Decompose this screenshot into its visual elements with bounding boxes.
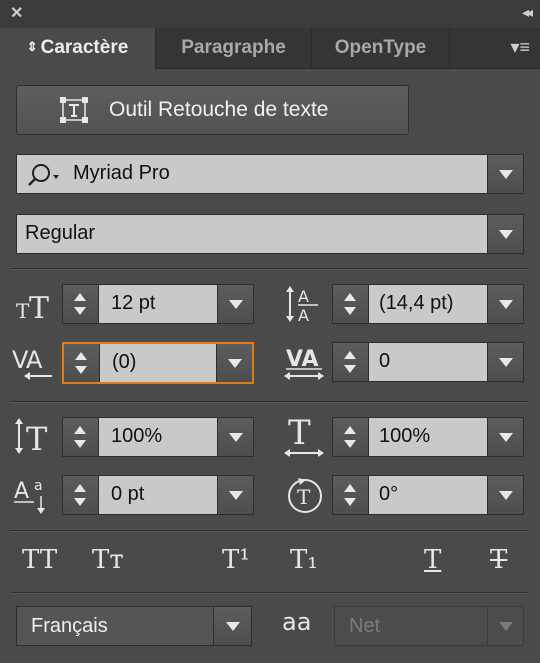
baseline-shift-icon: A a xyxy=(14,478,45,514)
antialias-value: Net xyxy=(349,615,381,637)
svg-text:T: T xyxy=(29,291,49,322)
font-family-dropdown-button[interactable] xyxy=(487,155,523,193)
tab-label: Paragraphe xyxy=(181,37,286,58)
svg-text:T: T xyxy=(16,299,30,322)
tab-caractere[interactable]: ⇕ Caractère xyxy=(0,28,156,69)
svg-text:A: A xyxy=(14,479,29,504)
strikethrough-button[interactable]: T xyxy=(490,545,507,575)
horizontal-scale-field[interactable]: 100% xyxy=(332,417,524,457)
panel-menu-icon[interactable]: ▾≡ xyxy=(510,37,530,58)
leading-field[interactable]: (14,4 pt) xyxy=(332,284,524,324)
text-touch-tool-button[interactable]: Outil Retouche de texte xyxy=(16,85,409,135)
leading-value: (14,4 pt) xyxy=(379,292,454,314)
kerning-stepper[interactable] xyxy=(64,344,100,382)
tracking-value: 0 xyxy=(379,350,391,372)
svg-text:A: A xyxy=(26,346,43,374)
search-icon xyxy=(28,164,59,186)
horizontal-scale-stepper[interactable] xyxy=(333,418,369,456)
vertical-scale-dropdown-button[interactable] xyxy=(217,418,253,456)
font-size-value: 12 pt xyxy=(111,292,156,314)
horizontal-scale-value: 100% xyxy=(379,425,431,447)
tracking-field[interactable]: 0 xyxy=(332,342,524,382)
svg-text:T: T xyxy=(26,420,48,456)
character-rotation-stepper[interactable] xyxy=(333,476,369,514)
leading-stepper[interactable] xyxy=(333,285,369,323)
tab-opentype[interactable]: OpenType xyxy=(312,28,450,68)
updown-icon: ⇕ xyxy=(26,39,38,54)
svg-text:A: A xyxy=(298,287,309,306)
language-select[interactable]: Français xyxy=(16,606,252,646)
close-icon[interactable]: ✕ xyxy=(10,3,23,23)
character-rotation-field[interactable]: 0° xyxy=(332,475,524,515)
language-value: Français xyxy=(31,615,108,637)
text-touch-tool-label: Outil Retouche de texte xyxy=(109,98,329,121)
underline-button[interactable]: T xyxy=(424,545,441,575)
vertical-scale-field[interactable]: 100% xyxy=(62,417,254,457)
svg-text:T: T xyxy=(297,485,311,509)
antialias-icon: aa xyxy=(282,608,312,636)
horizontal-scale-dropdown-button[interactable] xyxy=(487,418,523,456)
separator xyxy=(10,268,528,270)
collapse-icon[interactable]: ◂◂ xyxy=(522,4,533,21)
font-size-icon: T T xyxy=(16,291,49,322)
subscript-button[interactable]: T₁ xyxy=(290,545,318,575)
svg-text:a: a xyxy=(34,478,43,494)
character-rotation-dropdown-button[interactable] xyxy=(487,476,523,514)
separator xyxy=(10,592,528,594)
text-touch-icon xyxy=(60,97,88,123)
antialias-select: Net xyxy=(334,606,524,646)
baseline-shift-field[interactable]: 0 pt xyxy=(62,475,254,515)
font-style-dropdown-button[interactable] xyxy=(487,215,523,253)
character-rotation-icon: T xyxy=(288,478,322,513)
svg-text:T: T xyxy=(288,414,311,453)
svg-text:A: A xyxy=(298,306,309,324)
baseline-shift-value: 0 pt xyxy=(111,483,145,505)
kerning-value: (0) xyxy=(112,351,137,373)
tab-bar: ⇕ Caractère Paragraphe OpenType ▾≡ xyxy=(0,28,540,69)
language-dropdown-button[interactable] xyxy=(213,607,251,645)
character-rotation-value: 0° xyxy=(379,483,399,505)
panel-titlebar: ✕ ◂◂ xyxy=(0,0,540,29)
all-caps-button[interactable]: TT xyxy=(22,545,57,575)
font-family-value: Myriad Pro xyxy=(73,162,170,184)
tab-label: Caractère xyxy=(40,37,129,58)
tab-paragraphe[interactable]: Paragraphe xyxy=(156,28,312,68)
vertical-scale-icon: T xyxy=(15,418,48,456)
vertical-scale-stepper[interactable] xyxy=(63,418,99,456)
tracking-dropdown-button[interactable] xyxy=(487,343,523,381)
small-caps-button[interactable]: Tт xyxy=(92,545,124,575)
font-style-field[interactable]: Regular xyxy=(16,214,524,254)
font-size-dropdown-button[interactable] xyxy=(217,285,253,323)
leading-dropdown-button[interactable] xyxy=(487,285,523,323)
font-size-stepper[interactable] xyxy=(63,285,99,323)
separator xyxy=(10,401,528,403)
tracking-icon: VA xyxy=(284,347,324,380)
baseline-shift-stepper[interactable] xyxy=(63,476,99,514)
kerning-icon: V A xyxy=(12,346,52,380)
tracking-stepper[interactable] xyxy=(333,343,369,381)
leading-icon: A A xyxy=(286,286,318,324)
vertical-scale-value: 100% xyxy=(111,425,163,447)
antialias-dropdown-button xyxy=(487,607,523,645)
horizontal-scale-icon: T xyxy=(284,414,324,457)
baseline-shift-dropdown-button[interactable] xyxy=(217,476,253,514)
font-family-field[interactable]: Myriad Pro xyxy=(16,154,524,194)
kerning-dropdown-button[interactable] xyxy=(216,344,252,382)
font-size-field[interactable]: 12 pt xyxy=(62,284,254,324)
tab-label: OpenType xyxy=(334,37,427,58)
separator xyxy=(10,530,528,532)
kerning-field[interactable]: (0) xyxy=(62,342,254,384)
font-style-value: Regular xyxy=(25,222,96,244)
superscript-button[interactable]: T¹ xyxy=(222,545,250,575)
